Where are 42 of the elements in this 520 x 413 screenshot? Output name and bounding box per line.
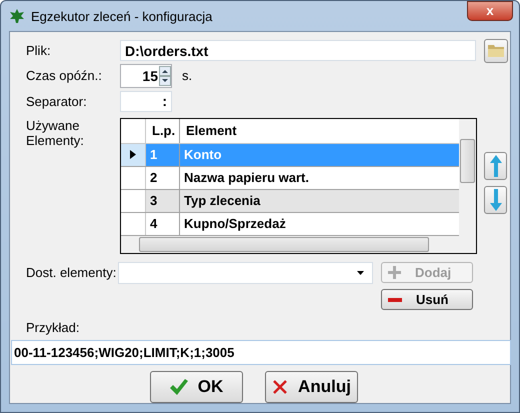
column-header: Element [185,122,238,140]
field-label: Używane Elementy: [26,118,85,148]
cross-icon [272,379,288,396]
unit-label: s. [182,68,192,84]
table-cell: Konto [180,144,459,166]
leaf-icon [9,8,25,24]
example-field[interactable]: 00-11-123456;WIG20;LIMIT;K;1;3005 [11,340,511,366]
table-cell: 1 [146,144,180,166]
browse-button[interactable] [484,38,508,63]
delay-spinner[interactable]: 15 [120,64,172,88]
minus-icon [388,298,402,302]
ok-button[interactable]: OK [150,371,243,404]
table-cell-text: Nazwa papieru wart. [183,169,310,188]
file-field[interactable]: D:\orders.txt [120,40,476,62]
checkmark-icon [170,379,188,396]
horizontal-scrollbar[interactable] [121,236,476,253]
field-label: Plik: [26,43,52,58]
spin-arrows-icon [159,66,171,86]
table-cell: 4 [146,212,180,235]
table-cell: 3 [146,190,180,212]
table-cell-text: Kupno/Sprzedaż [183,215,287,234]
remove-button[interactable]: Usuń [381,289,473,310]
move-down-button[interactable] [484,186,507,214]
separator-field[interactable]: : [120,90,172,112]
cancel-button[interactable]: Anuluj [265,371,358,404]
down-arrow-icon [490,188,502,211]
folder-icon [488,44,504,58]
field-label: Przykład: [26,320,80,335]
field-label: Separator: [26,94,88,109]
field-label: Dost. elementy: [26,265,118,280]
table-row[interactable]: 3 Typ zlecenia [121,190,459,213]
move-up-button[interactable] [484,152,507,180]
up-arrow-icon [490,154,502,177]
table-cell: 2 [146,166,180,189]
vertical-scrollbar[interactable] [459,118,476,236]
plus-icon [388,266,401,280]
caret-icon [357,270,364,275]
row-pointer-icon [130,150,136,160]
column-header: L.p. [146,118,180,143]
window-title: Egzekutor zleceń - konfiguracja [31,8,212,24]
table-cell: Typ zlecenia [180,190,459,212]
field-label: Czas opóźn.: [26,68,103,84]
